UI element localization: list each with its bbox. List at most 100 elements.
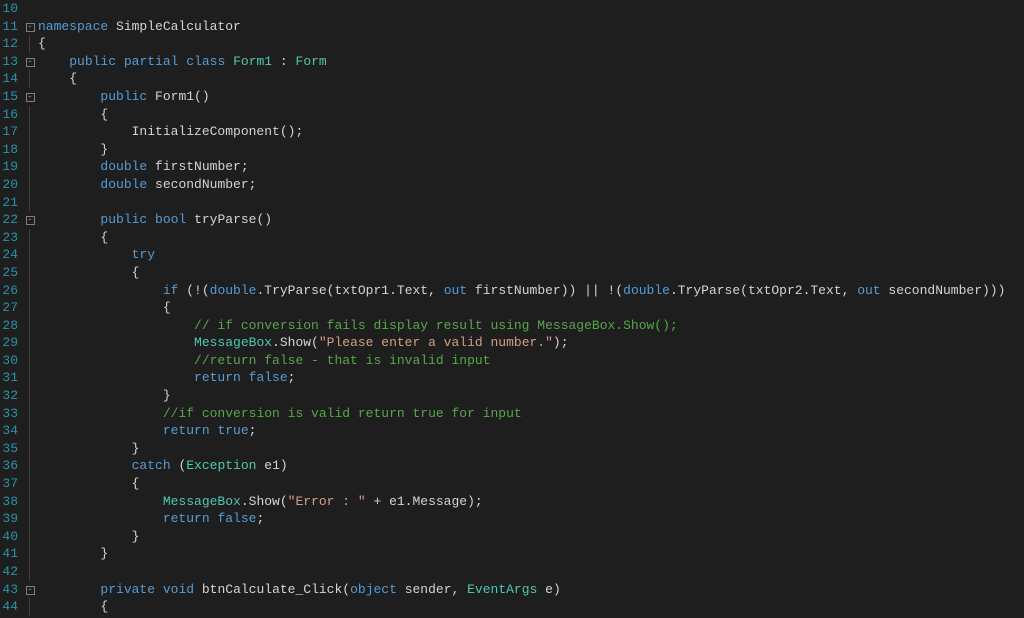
line-number: 38: [0, 493, 18, 511]
token-kw: catch: [132, 458, 171, 473]
code-line[interactable]: return false;: [38, 369, 1024, 387]
code-line[interactable]: //if conversion is valid return true for…: [38, 405, 1024, 423]
fold-guide: [22, 317, 38, 335]
code-line[interactable]: {: [38, 70, 1024, 88]
code-line[interactable]: namespace SimpleCalculator: [38, 18, 1024, 36]
token-cmt: //if conversion is valid return true for…: [163, 406, 522, 421]
code-line[interactable]: }: [38, 440, 1024, 458]
code-line[interactable]: {: [38, 106, 1024, 124]
fold-guide: [22, 563, 38, 581]
line-number: 18: [0, 141, 18, 159]
minus-box-icon[interactable]: -: [26, 23, 35, 32]
code-text-area[interactable]: namespace SimpleCalculator{ public parti…: [38, 0, 1024, 618]
line-number: 16: [0, 106, 18, 124]
line-number: 12: [0, 35, 18, 53]
code-line[interactable]: double secondNumber;: [38, 176, 1024, 194]
fold-toggle[interactable]: -: [22, 211, 38, 229]
code-line[interactable]: private void btnCalculate_Click(object s…: [38, 581, 1024, 599]
code-line[interactable]: MessageBox.Show("Error : " + e1.Message)…: [38, 493, 1024, 511]
token-txt: ;: [256, 511, 264, 526]
code-line[interactable]: }: [38, 141, 1024, 159]
fold-toggle[interactable]: -: [22, 53, 38, 71]
fold-guide: [22, 369, 38, 387]
line-number: 10: [0, 0, 18, 18]
fold-guide: [22, 387, 38, 405]
fold-guide: [22, 334, 38, 352]
token-txt: [116, 54, 124, 69]
fold-toggle[interactable]: -: [22, 88, 38, 106]
fold-guide: [22, 405, 38, 423]
code-line[interactable]: [38, 0, 1024, 18]
code-line[interactable]: {: [38, 475, 1024, 493]
code-line[interactable]: }: [38, 545, 1024, 563]
fold-guide: [22, 457, 38, 475]
token-txt: [38, 335, 194, 350]
token-txt: [38, 159, 100, 174]
line-number: 14: [0, 70, 18, 88]
line-number: 17: [0, 123, 18, 141]
token-txt: e1): [256, 458, 287, 473]
token-txt: .Show(: [241, 494, 288, 509]
line-number: 29: [0, 334, 18, 352]
line-number: 15: [0, 88, 18, 106]
token-txt: .TryParse(txtOpr2.Text,: [670, 283, 857, 298]
token-txt: [38, 423, 163, 438]
code-line[interactable]: double firstNumber;: [38, 158, 1024, 176]
code-line[interactable]: }: [38, 387, 1024, 405]
code-line[interactable]: }: [38, 528, 1024, 546]
code-line[interactable]: [38, 194, 1024, 212]
code-line[interactable]: {: [38, 229, 1024, 247]
line-number: 26: [0, 282, 18, 300]
minus-box-icon[interactable]: -: [26, 216, 35, 225]
fold-guide: [22, 475, 38, 493]
line-number: 33: [0, 405, 18, 423]
line-number: 35: [0, 440, 18, 458]
fold-guide: [22, 299, 38, 317]
folding-gutter[interactable]: - - - - -: [22, 0, 38, 618]
token-punc: }: [132, 441, 140, 456]
token-kw: if: [163, 283, 179, 298]
token-kw: namespace: [38, 19, 108, 34]
token-kw: return: [163, 423, 210, 438]
minus-box-icon[interactable]: -: [26, 93, 35, 102]
code-line[interactable]: if (!(double.TryParse(txtOpr1.Text, out …: [38, 282, 1024, 300]
fold-toggle[interactable]: -: [22, 581, 38, 599]
minus-box-icon[interactable]: -: [26, 586, 35, 595]
token-txt: [38, 529, 132, 544]
token-txt: [38, 247, 132, 262]
token-str: "Please enter a valid number.": [319, 335, 553, 350]
code-line[interactable]: // if conversion fails display result us…: [38, 317, 1024, 335]
fold-toggle[interactable]: -: [22, 18, 38, 36]
code-line[interactable]: {: [38, 598, 1024, 616]
token-txt: [155, 582, 163, 597]
fold-guide: [22, 246, 38, 264]
code-line[interactable]: public bool tryParse(): [38, 211, 1024, 229]
token-txt: ;: [288, 370, 296, 385]
line-number: 31: [0, 369, 18, 387]
code-line[interactable]: public partial class Form1 : Form: [38, 53, 1024, 71]
code-line[interactable]: return true;: [38, 422, 1024, 440]
token-kw: try: [132, 247, 155, 262]
code-line[interactable]: //return false - that is invalid input: [38, 352, 1024, 370]
code-line[interactable]: return false;: [38, 510, 1024, 528]
code-line[interactable]: catch (Exception e1): [38, 457, 1024, 475]
token-txt: btnCalculate_Click(: [194, 582, 350, 597]
code-line[interactable]: MessageBox.Show("Please enter a valid nu…: [38, 334, 1024, 352]
token-punc: {: [163, 300, 171, 315]
code-line[interactable]: [38, 563, 1024, 581]
code-line[interactable]: {: [38, 299, 1024, 317]
token-txt: SimpleCalculator: [108, 19, 241, 34]
code-line[interactable]: {: [38, 264, 1024, 282]
minus-box-icon[interactable]: -: [26, 58, 35, 67]
code-line[interactable]: public Form1(): [38, 88, 1024, 106]
code-editor[interactable]: 1011121314151617181920212223242526272829…: [0, 0, 1024, 618]
code-line[interactable]: {: [38, 35, 1024, 53]
token-kw: class: [186, 54, 225, 69]
code-line[interactable]: InitializeComponent();: [38, 123, 1024, 141]
token-type: Form: [296, 54, 327, 69]
code-line[interactable]: try: [38, 246, 1024, 264]
fold-guide: [22, 528, 38, 546]
token-kw: return: [194, 370, 241, 385]
token-txt: tryParse(): [186, 212, 272, 227]
token-txt: [38, 283, 163, 298]
